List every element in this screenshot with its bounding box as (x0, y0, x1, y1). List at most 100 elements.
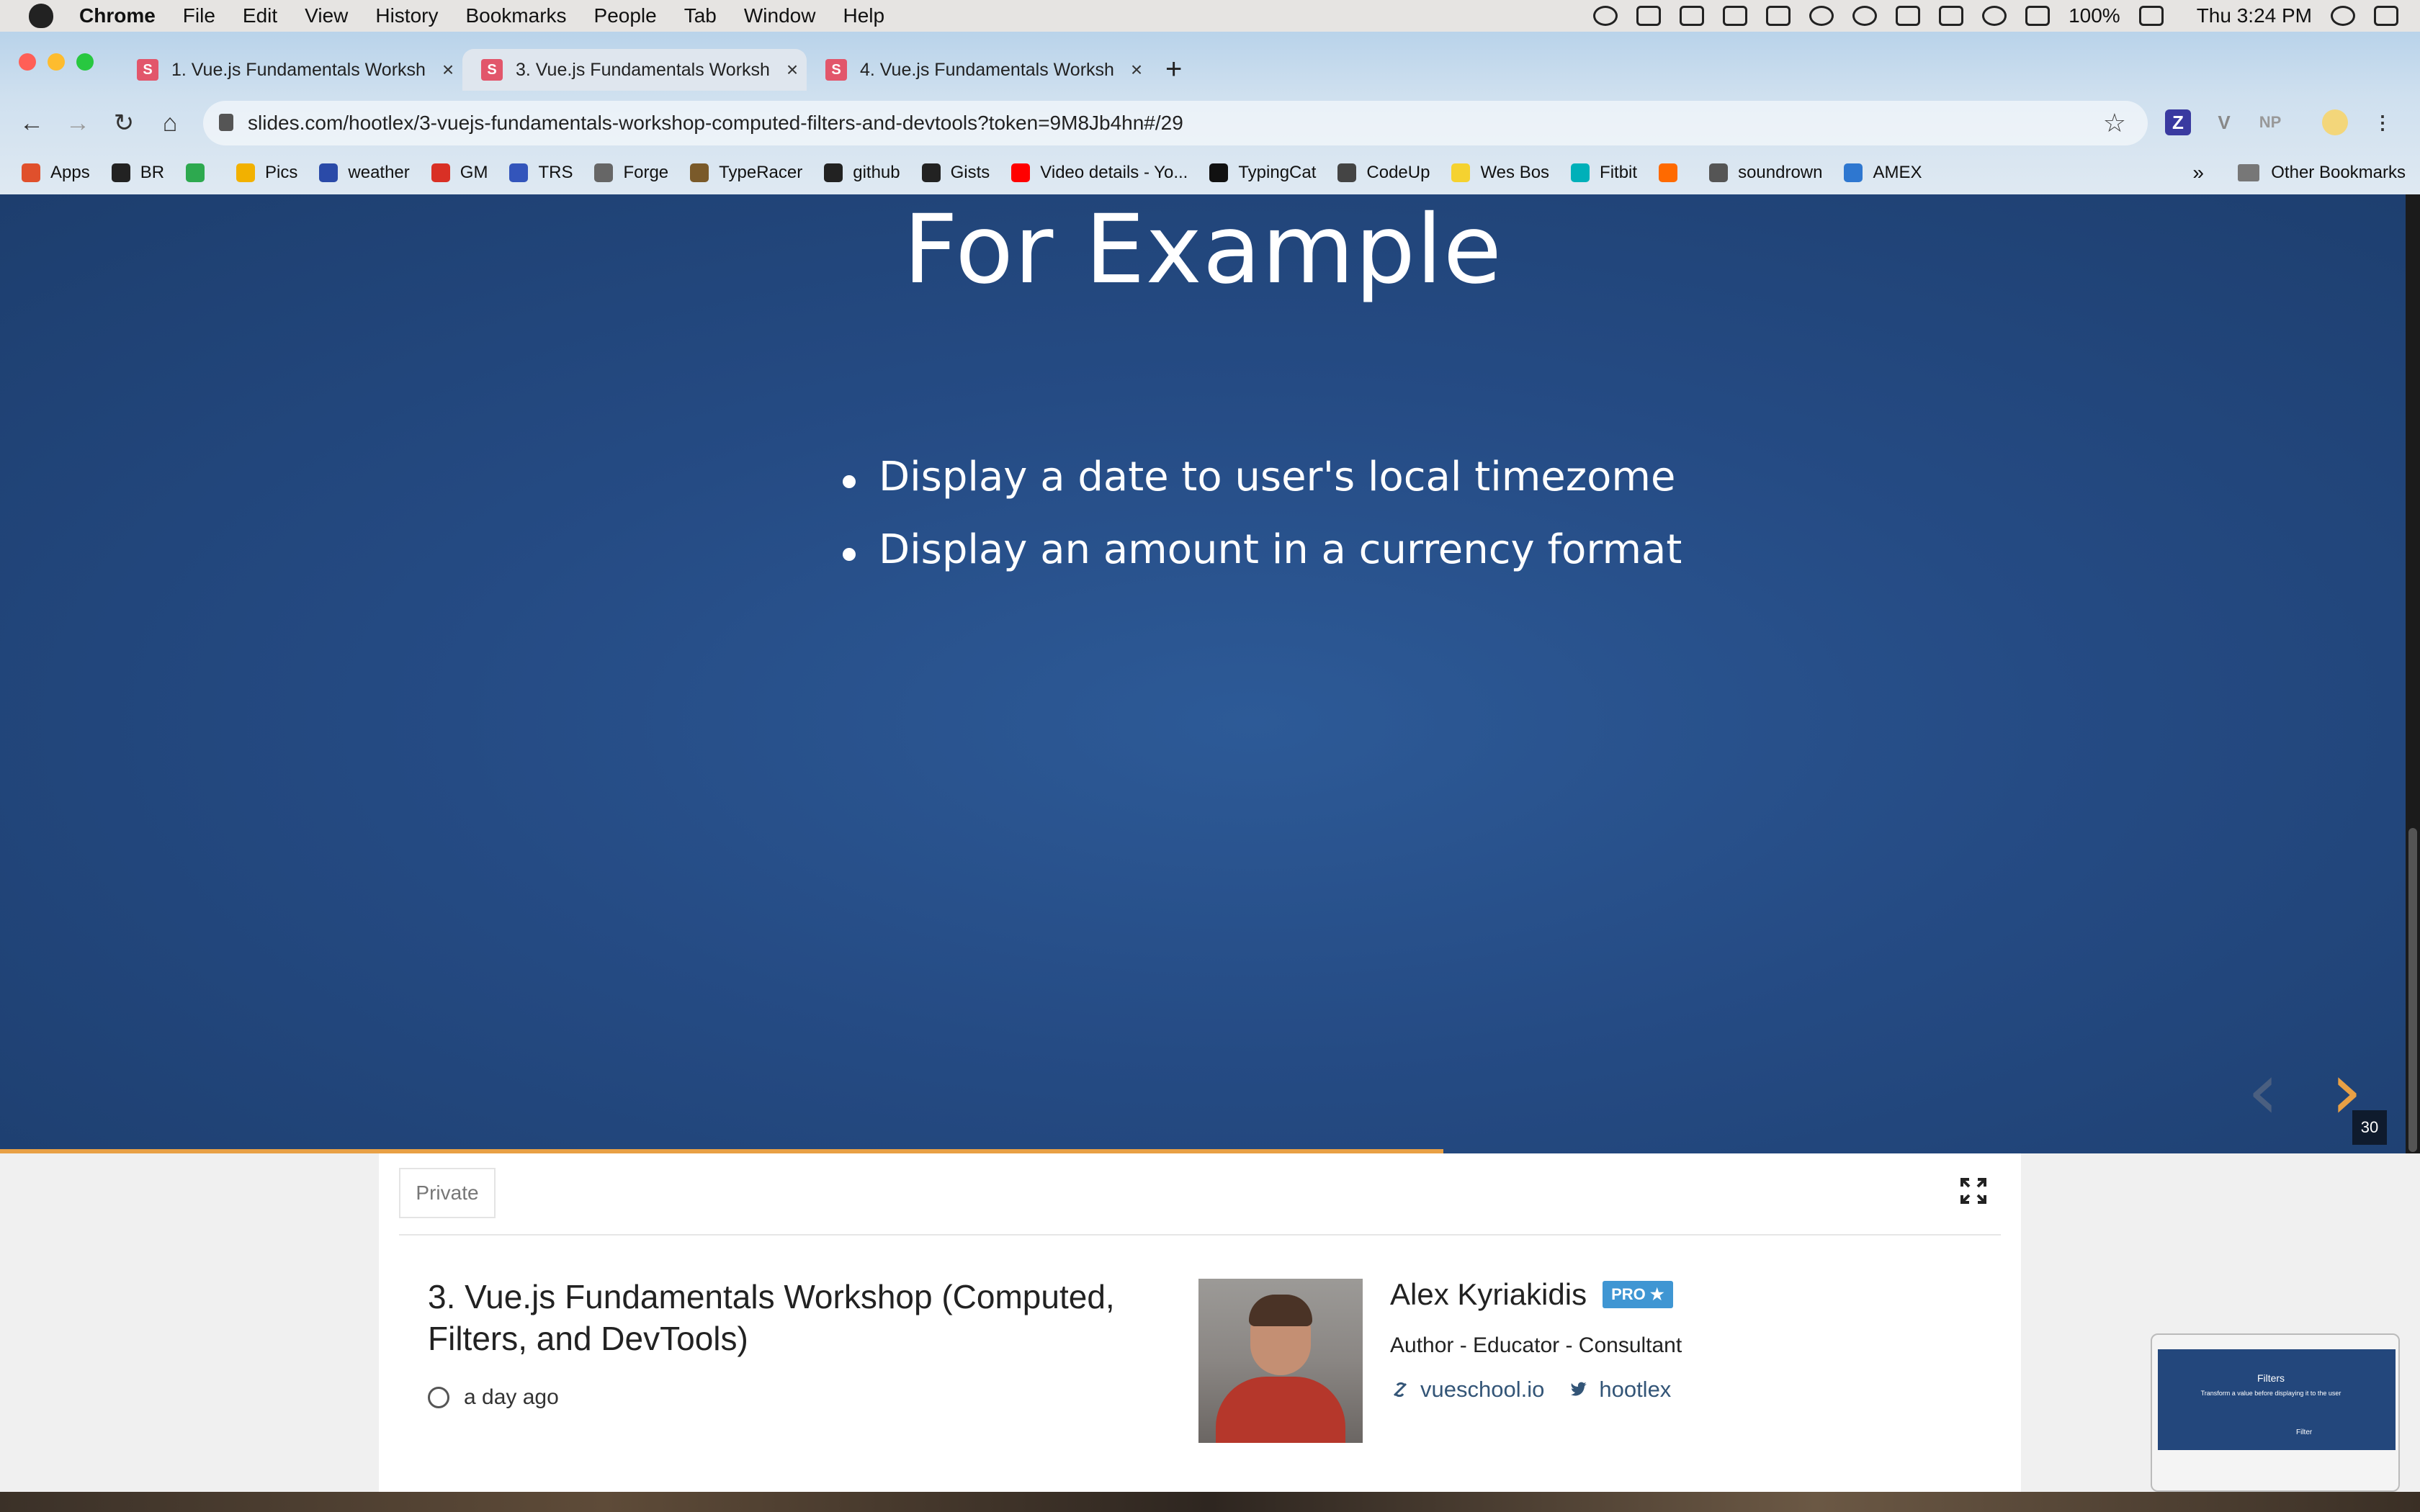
bookmark-item[interactable]: Pics (236, 163, 297, 183)
slide-title: For Example (903, 194, 1502, 305)
screen: Chrome File Edit View History Bookmarks … (0, 0, 2420, 1512)
bookmark-star-icon[interactable]: ☆ (2103, 108, 2126, 138)
deck-date: a day ago (428, 1385, 559, 1410)
bookmark-item[interactable]: Fitbit (1571, 163, 1637, 183)
bookmark-item[interactable]: CodeUp (1337, 163, 1430, 183)
extension-v-icon[interactable]: V (2211, 109, 2237, 135)
volume-icon[interactable] (2025, 6, 2051, 26)
bookmark-favicon-icon (1011, 163, 1031, 182)
url-text: slides.com/hootlex/3-vuejs-fundamentals-… (248, 112, 1183, 134)
tab-3[interactable]: S 3. Vue.js Fundamentals Worksh × (462, 49, 807, 91)
bookmark-item[interactable]: Wes Bos (1451, 163, 1549, 183)
tab-close-icon[interactable]: × (778, 58, 807, 81)
bookmark-item[interactable]: Video details - Yo... (1011, 163, 1188, 183)
forward-arrow-icon[interactable]: → (63, 109, 92, 138)
bookmark-item[interactable]: AMEX (1844, 163, 1922, 183)
deck-date-text: a day ago (464, 1385, 559, 1409)
battery-icon[interactable] (2138, 6, 2164, 26)
tab-title: 3. Vue.js Fundamentals Worksh (516, 59, 770, 80)
profile-avatar-icon[interactable] (2322, 109, 2348, 135)
tab-title: 1. Vue.js Fundamentals Worksh (171, 59, 426, 80)
author-avatar[interactable] (1198, 1279, 1363, 1443)
menu-history[interactable]: History (375, 4, 438, 27)
docker-icon[interactable] (1636, 6, 1662, 26)
menu-app-name[interactable]: Chrome (79, 4, 156, 27)
bookmark-item[interactable]: Apps (22, 163, 90, 183)
private-badge: Private (399, 1168, 496, 1218)
bookmark-label: CodeUp (1366, 163, 1430, 182)
bookmark-item[interactable]: TypeRacer (690, 163, 802, 183)
close-window-button[interactable] (19, 53, 36, 71)
author-links: vueschool.io hootlex (1390, 1377, 1695, 1403)
bookmark-label: BR (140, 163, 165, 182)
accessibility-icon[interactable] (1809, 6, 1834, 26)
back-arrow-icon[interactable]: ← (17, 109, 46, 138)
bookmark-favicon-icon (1337, 163, 1357, 182)
menu-view[interactable]: View (305, 4, 348, 27)
istat-icon[interactable] (1723, 6, 1748, 26)
scrollbar-thumb[interactable] (2408, 828, 2417, 1152)
menu-help[interactable]: Help (843, 4, 884, 27)
extension-z-icon[interactable]: Z (2165, 109, 2191, 135)
spotlight-icon[interactable] (2331, 6, 2355, 26)
bookmark-item[interactable]: github (824, 163, 900, 183)
glasses-icon[interactable] (1766, 6, 1791, 26)
notification-center-icon[interactable] (2374, 6, 2398, 26)
bookmark-label: TypeRacer (719, 163, 803, 182)
address-bar[interactable]: slides.com/hootlex/3-vuejs-fundamentals-… (203, 101, 2148, 145)
tab-close-icon[interactable]: × (434, 58, 462, 81)
tab-4[interactable]: S 4. Vue.js Fundamentals Worksh × (807, 49, 1151, 91)
menu-tab[interactable]: Tab (684, 4, 717, 27)
reload-icon[interactable]: ↻ (109, 109, 138, 138)
extension-np-icon[interactable]: NP (2257, 109, 2283, 135)
menubar-clock[interactable]: Thu 3:24 PM (2197, 4, 2312, 27)
bookmark-item[interactable]: TRS (509, 163, 573, 183)
thumbnail-slide (2158, 1349, 2396, 1450)
apple-icon[interactable] (29, 4, 53, 28)
menu-bookmarks[interactable]: Bookmarks (465, 4, 566, 27)
screenshot-thumbnail-preview[interactable]: Filters Transform a value before display… (2151, 1333, 2400, 1492)
bookmark-item[interactable]: BR (111, 163, 165, 183)
twitter-link[interactable]: hootlex (1569, 1377, 1671, 1403)
alfred-icon[interactable] (1680, 6, 1705, 26)
zoom-window-button[interactable] (76, 53, 94, 71)
creative-cloud-icon[interactable] (1593, 6, 1618, 26)
bookmark-label: TypingCat (1238, 163, 1317, 182)
wifi-icon[interactable] (1982, 6, 2007, 26)
home-icon[interactable]: ⌂ (156, 109, 184, 138)
bookmark-item[interactable]: Forge (594, 163, 668, 183)
fullscreen-icon[interactable] (1959, 1176, 1988, 1205)
chrome-menu-icon[interactable]: ⋮ (2370, 109, 2396, 135)
menu-people[interactable]: People (594, 4, 657, 27)
bookmarks-overflow-icon[interactable]: » (2192, 161, 2204, 184)
tab-close-icon[interactable]: × (1122, 58, 1151, 81)
lock-icon[interactable] (219, 114, 233, 131)
website-link[interactable]: vueschool.io (1390, 1377, 1544, 1403)
bookmark-favicon-icon (186, 163, 205, 182)
bookmark-item[interactable]: soundrown (1709, 163, 1822, 183)
other-bookmarks[interactable]: Other Bookmarks (2238, 163, 2406, 183)
menu-edit[interactable]: Edit (243, 4, 277, 27)
bookmarks-bar: Apps BR Pics weather GM TRS Forge TypeRacer gith… (0, 151, 2420, 194)
divider (399, 1234, 2001, 1236)
bookmark-item[interactable]: Gists (921, 163, 990, 183)
bookmark-item[interactable]: weather (319, 163, 410, 183)
author-name[interactable]: Alex Kyriakidis (1390, 1277, 1587, 1312)
menu-file[interactable]: File (183, 4, 215, 27)
bluetooth-icon[interactable] (1896, 6, 1921, 26)
prev-slide-arrow-icon[interactable]: ‹ (2247, 1051, 2279, 1130)
menu-window[interactable]: Window (744, 4, 816, 27)
keyboard-icon[interactable] (1939, 6, 1964, 26)
slide-bullet-item: Display a date to user's local timezome (835, 454, 1682, 500)
bookmark-item[interactable] (186, 163, 215, 182)
bookmark-favicon-icon (1659, 163, 1678, 182)
tab-1[interactable]: S 1. Vue.js Fundamentals Worksh × (118, 49, 462, 91)
minimize-window-button[interactable] (48, 53, 65, 71)
bookmark-item[interactable] (1659, 163, 1688, 182)
new-tab-plus-icon[interactable]: + (1165, 53, 1182, 86)
time-machine-icon[interactable] (1852, 6, 1878, 26)
bookmark-item[interactable]: TypingCat (1209, 163, 1316, 183)
bookmark-item[interactable]: GM (431, 163, 488, 183)
bookmark-favicon-icon (690, 163, 709, 182)
page-scrollbar[interactable] (2406, 194, 2420, 1153)
